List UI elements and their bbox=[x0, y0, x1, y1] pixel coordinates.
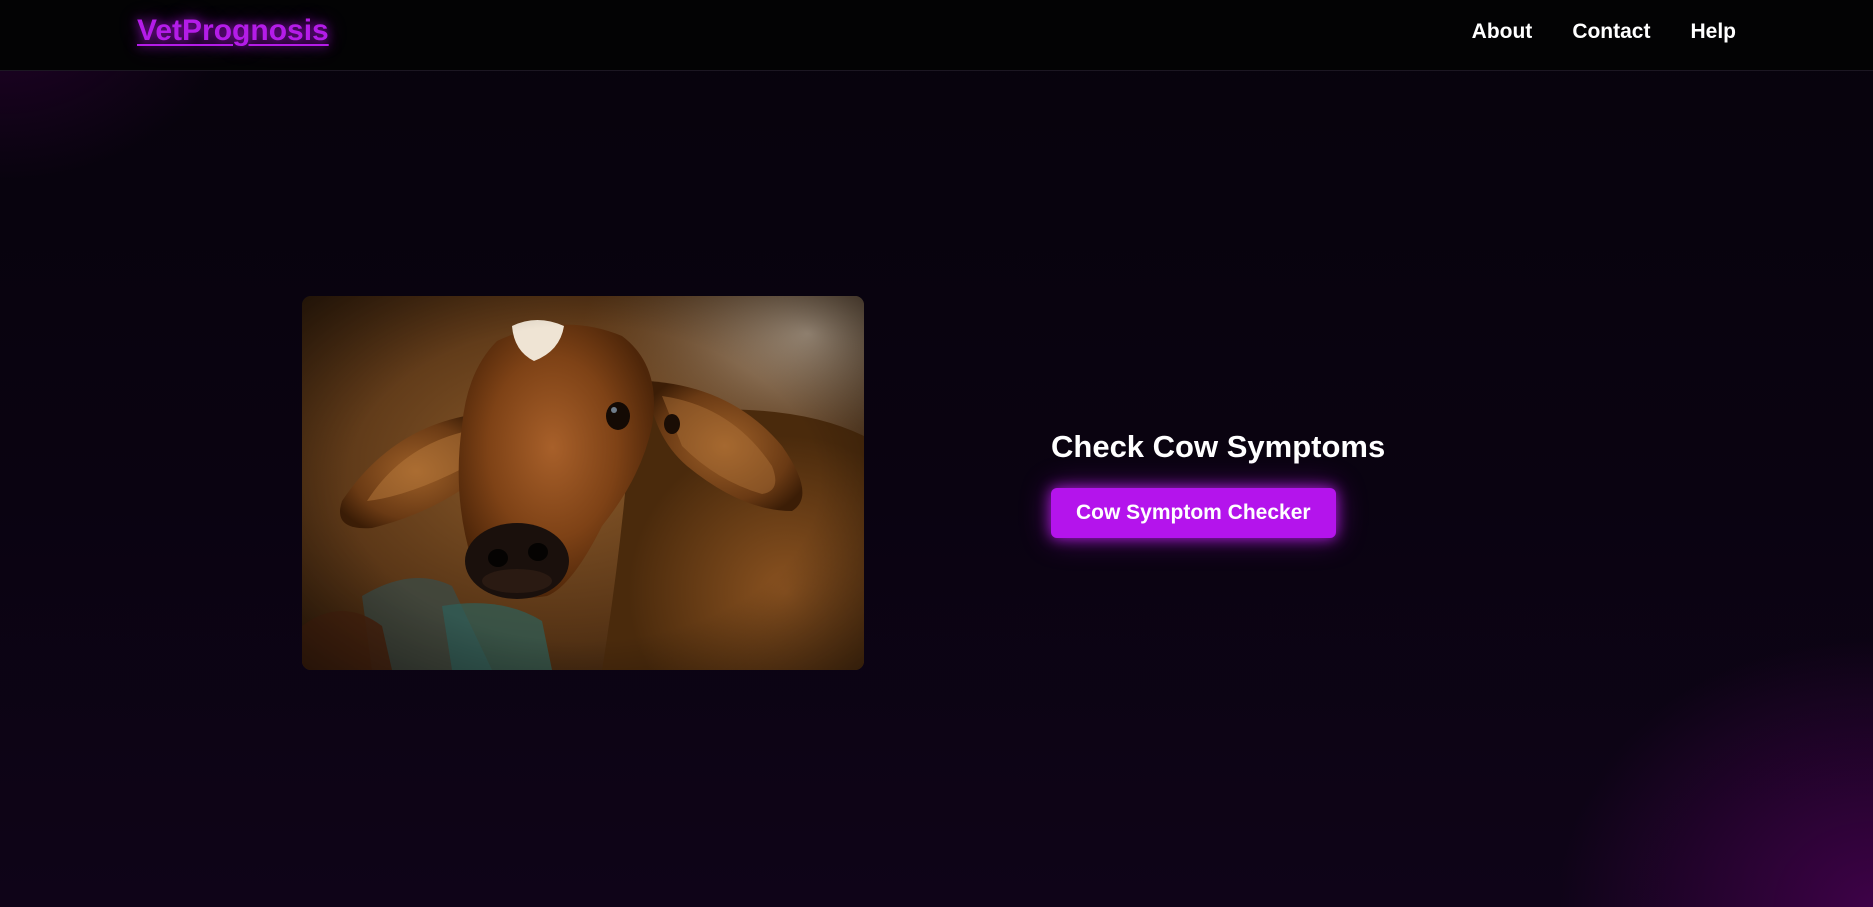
nav-link-help[interactable]: Help bbox=[1690, 20, 1736, 44]
calf-illustration bbox=[302, 296, 864, 670]
cow-symptom-checker-button[interactable]: Cow Symptom Checker bbox=[1051, 488, 1336, 538]
nav-link-about[interactable]: About bbox=[1472, 20, 1533, 44]
calf-photo bbox=[302, 296, 864, 670]
brand-logo-link[interactable]: VetPrognosis bbox=[137, 14, 329, 48]
nav-links: About Contact Help bbox=[1472, 20, 1736, 44]
symptom-checker-cta: Check Cow Symptoms Cow Symptom Checker bbox=[1051, 428, 1385, 538]
top-navbar: VetPrognosis About Contact Help bbox=[0, 0, 1873, 71]
cta-title: Check Cow Symptoms bbox=[1051, 429, 1386, 464]
nav-link-contact[interactable]: Contact bbox=[1572, 20, 1650, 44]
